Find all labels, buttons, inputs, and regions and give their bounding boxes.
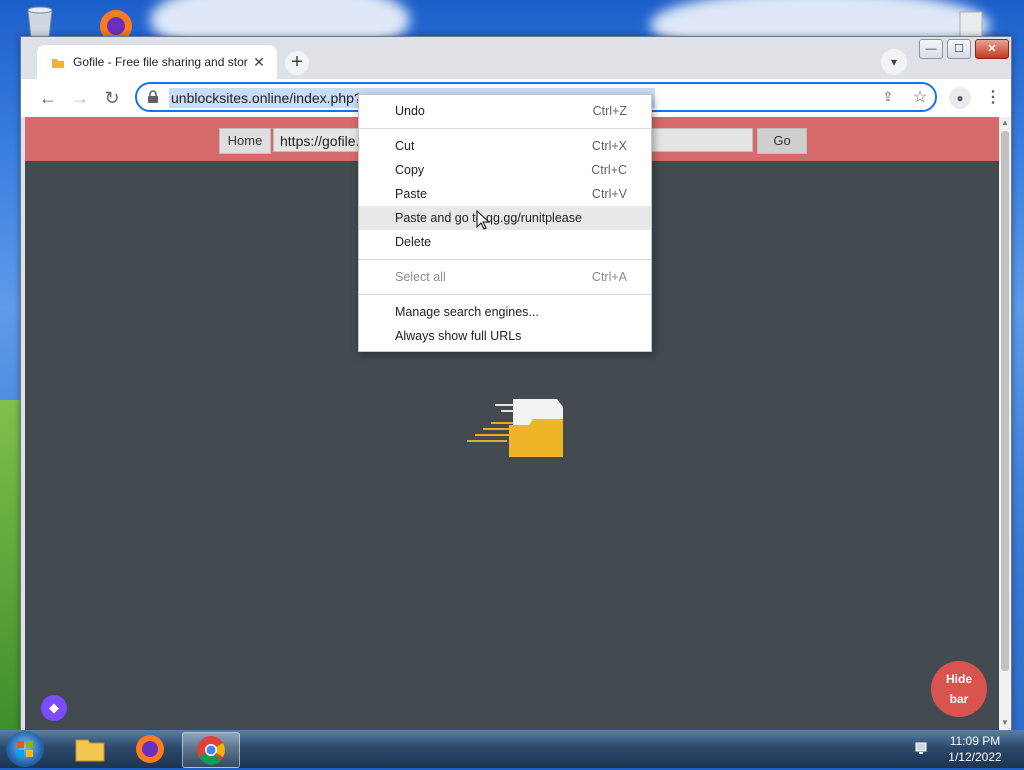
lock-icon[interactable] bbox=[147, 90, 161, 104]
menu-item-shortcut: Ctrl+C bbox=[591, 163, 627, 177]
menu-item-paste[interactable]: Paste Ctrl+V bbox=[359, 182, 651, 206]
bookmark-star-icon[interactable]: ☆ bbox=[911, 87, 929, 106]
home-button[interactable]: Home bbox=[219, 128, 271, 154]
menu-divider bbox=[359, 259, 651, 260]
menu-item-label: Select all bbox=[395, 270, 446, 284]
window-close-button[interactable]: ✕ bbox=[975, 39, 1009, 59]
scroll-down-arrow-icon[interactable]: ▼ bbox=[1001, 719, 1009, 727]
start-button[interactable] bbox=[6, 731, 44, 767]
tab-gofile[interactable]: Gofile - Free file sharing and stor ✕ bbox=[37, 45, 277, 79]
clock-date: 1/12/2022 bbox=[948, 750, 1002, 764]
gofile-favicon-icon bbox=[51, 55, 65, 69]
menu-item-label: Undo bbox=[395, 104, 425, 118]
floating-nav-icon[interactable]: ◆ bbox=[41, 695, 67, 721]
network-tray-icon[interactable] bbox=[914, 740, 930, 756]
menu-item-manage-search-engines[interactable]: Manage search engines... bbox=[359, 300, 651, 324]
profile-icon[interactable]: ● bbox=[949, 87, 971, 109]
tab-close-icon[interactable]: ✕ bbox=[251, 54, 267, 70]
kebab-menu-icon[interactable]: ⋮ bbox=[985, 87, 1001, 109]
menu-item-always-show-full-urls[interactable]: Always show full URLs bbox=[359, 324, 651, 348]
hide-bar-label: Hide bar bbox=[945, 672, 972, 706]
menu-item-copy[interactable]: Copy Ctrl+C bbox=[359, 158, 651, 182]
chrome-taskbar-icon[interactable] bbox=[182, 732, 240, 768]
menu-item-shortcut: Ctrl+V bbox=[591, 187, 627, 201]
loading-folder-icon bbox=[465, 395, 565, 465]
file-explorer-taskbar-icon[interactable] bbox=[62, 732, 118, 766]
menu-divider bbox=[359, 294, 651, 295]
menu-item-label: Paste bbox=[395, 187, 427, 201]
menu-item-label: Manage search engines... bbox=[395, 305, 539, 319]
menu-item-label: Always show full URLs bbox=[395, 329, 522, 343]
window-minimize-button[interactable]: — bbox=[919, 39, 943, 59]
taskbar: 11:09 PM 1/12/2022 bbox=[0, 730, 1024, 768]
reload-icon[interactable]: ↻ bbox=[99, 85, 125, 111]
menu-item-cut[interactable]: Cut Ctrl+X bbox=[359, 134, 651, 158]
tab-search-chevron-icon[interactable]: ▾ bbox=[881, 49, 907, 75]
menu-item-shortcut: Ctrl+Z bbox=[592, 104, 627, 118]
menu-item-label: Copy bbox=[395, 163, 425, 177]
page-scrollbar[interactable]: ▲ ▼ bbox=[999, 117, 1011, 731]
menu-item-select-all[interactable]: Select all Ctrl+A bbox=[359, 265, 651, 289]
menu-item-paste-and-go[interactable]: Paste and go to qg.gg/runitplease bbox=[359, 206, 651, 230]
mouse-cursor-icon bbox=[476, 209, 491, 230]
window-maximize-button[interactable]: ☐ bbox=[947, 39, 971, 59]
menu-item-undo[interactable]: Undo Ctrl+Z bbox=[359, 99, 651, 123]
context-menu: Undo Ctrl+Z Cut Ctrl+X Copy Ctrl+C Paste… bbox=[358, 94, 652, 352]
back-arrow-icon[interactable]: ← bbox=[35, 85, 61, 111]
menu-item-shortcut: Ctrl+X bbox=[591, 139, 627, 153]
new-tab-button[interactable]: + bbox=[285, 51, 309, 75]
clock-time: 11:09 PM bbox=[949, 734, 1001, 748]
tab-title: Gofile - Free file sharing and stor bbox=[73, 55, 248, 69]
taskbar-clock[interactable]: 11:09 PM 1/12/2022 bbox=[940, 733, 1010, 765]
share-icon[interactable]: ⇪ bbox=[879, 89, 897, 107]
menu-divider bbox=[359, 128, 651, 129]
menu-item-shortcut: Ctrl+A bbox=[591, 270, 627, 284]
tab-strip: Gofile - Free file sharing and stor ✕ + … bbox=[21, 37, 1011, 79]
menu-item-label: Cut bbox=[395, 139, 415, 153]
menu-item-label: Delete bbox=[395, 235, 432, 249]
go-button[interactable]: Go bbox=[757, 128, 807, 154]
scroll-thumb[interactable] bbox=[1001, 131, 1009, 671]
firefox-taskbar-icon[interactable] bbox=[122, 732, 178, 766]
hide-bar-button[interactable]: Hide bar bbox=[931, 661, 987, 717]
scroll-up-arrow-icon[interactable]: ▲ bbox=[1001, 119, 1009, 127]
forward-arrow-icon[interactable]: → bbox=[67, 85, 93, 111]
menu-item-delete[interactable]: Delete bbox=[359, 230, 651, 254]
